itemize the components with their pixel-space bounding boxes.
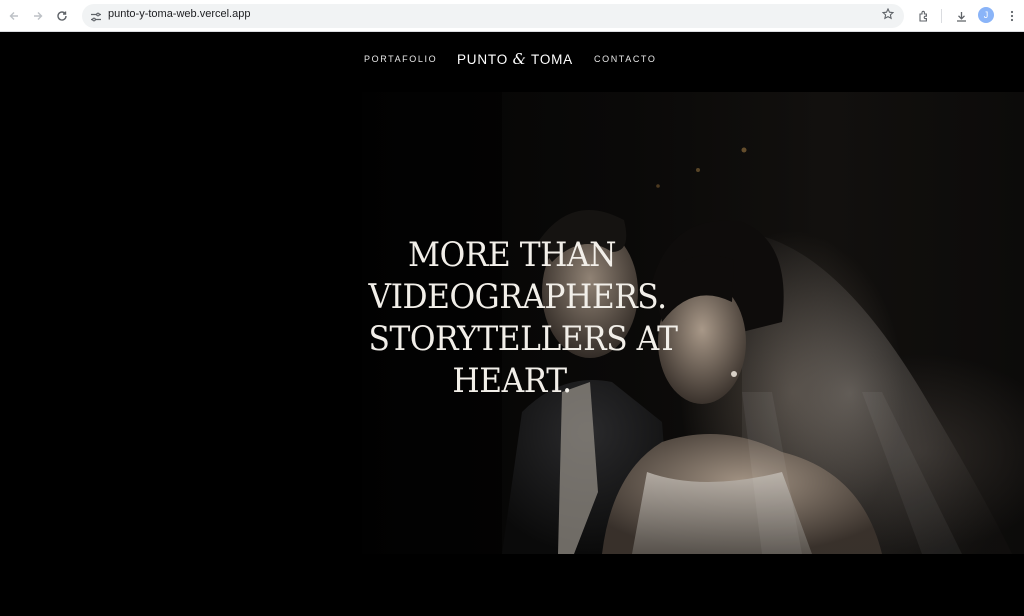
site-navigation: PORTAFOLIO PUNTO & TOMA CONTACTO	[0, 32, 1024, 86]
brand-text-toma: TOMA	[526, 52, 573, 67]
toolbar-divider	[941, 9, 942, 23]
address-bar[interactable]: punto-y-toma-web.vercel.app	[82, 4, 904, 28]
nav-link-portafolio[interactable]: PORTAFOLIO	[364, 54, 437, 64]
brand-ampersand: &	[512, 50, 527, 68]
url-text[interactable]: punto-y-toma-web.vercel.app	[108, 8, 250, 20]
star-icon[interactable]	[881, 7, 895, 23]
brand-text-punto: PUNTO	[457, 52, 513, 67]
nav-link-contacto[interactable]: CONTACTO	[594, 54, 656, 64]
back-icon[interactable]	[4, 6, 24, 26]
headline-line: STORYTELLERS AT	[368, 319, 678, 359]
brand-logo[interactable]: PUNTO & TOMA	[457, 50, 573, 68]
menu-icon[interactable]	[1002, 6, 1022, 26]
headline-line: MORE THAN	[408, 235, 616, 275]
hero-headline: MORE THAN VIDEOGRAPHERS. STORYTELLERS AT…	[368, 234, 678, 402]
reload-icon[interactable]	[52, 6, 72, 26]
headline-line: VIDEOGRAPHERS.	[368, 277, 667, 317]
forward-icon[interactable]	[28, 6, 48, 26]
browser-toolbar: punto-y-toma-web.vercel.app J	[0, 0, 1024, 32]
download-icon[interactable]	[951, 6, 971, 26]
site-settings-icon[interactable]	[90, 10, 102, 22]
extensions-icon[interactable]	[913, 6, 933, 26]
headline-line: HEART.	[452, 361, 572, 401]
web-page: PORTAFOLIO PUNTO & TOMA CONTACTO MORE TH…	[0, 32, 1024, 616]
profile-avatar[interactable]: J	[978, 7, 994, 23]
